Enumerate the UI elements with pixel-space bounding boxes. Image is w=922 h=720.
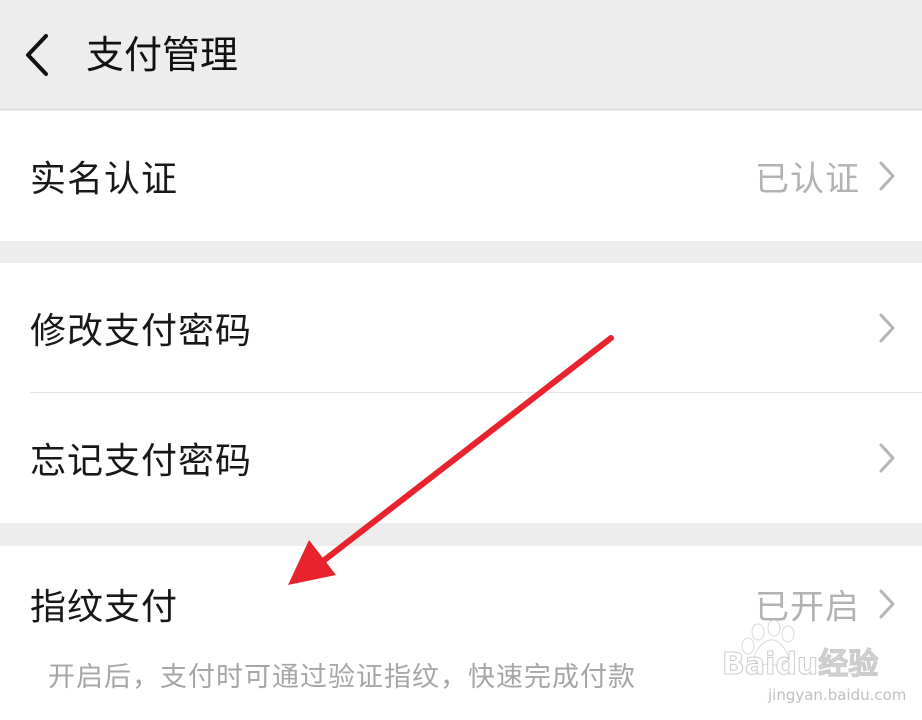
identity-section: 实名认证 已认证 bbox=[0, 111, 922, 241]
top-bar: 支付管理 bbox=[0, 0, 922, 110]
chevron-right-icon bbox=[879, 589, 895, 619]
chevron-right-icon bbox=[879, 443, 895, 473]
identity-verification-row[interactable]: 实名认证 已认证 bbox=[0, 111, 922, 241]
back-arrow-icon[interactable] bbox=[22, 32, 52, 78]
change-password-row[interactable]: 修改支付密码 bbox=[0, 263, 922, 393]
forgot-password-label: 忘记支付密码 bbox=[30, 441, 253, 482]
fingerprint-payment-label: 指纹支付 bbox=[30, 587, 179, 628]
fingerprint-payment-row[interactable]: 指纹支付 已开启 bbox=[0, 546, 922, 662]
identity-verification-label: 实名认证 bbox=[30, 159, 179, 200]
chevron-right-icon bbox=[879, 161, 895, 191]
page-title: 支付管理 bbox=[86, 33, 239, 77]
fingerprint-hint-text: 开启后，支付时可通过验证指纹，快速完成付款 bbox=[48, 662, 636, 693]
identity-status-value: 已认证 bbox=[755, 159, 860, 200]
password-section: 修改支付密码 忘记支付密码 bbox=[0, 263, 922, 523]
forgot-password-row[interactable]: 忘记支付密码 bbox=[0, 393, 922, 523]
fingerprint-status-value: 已开启 bbox=[755, 587, 860, 628]
change-password-label: 修改支付密码 bbox=[30, 311, 253, 352]
chevron-right-icon bbox=[879, 313, 895, 343]
